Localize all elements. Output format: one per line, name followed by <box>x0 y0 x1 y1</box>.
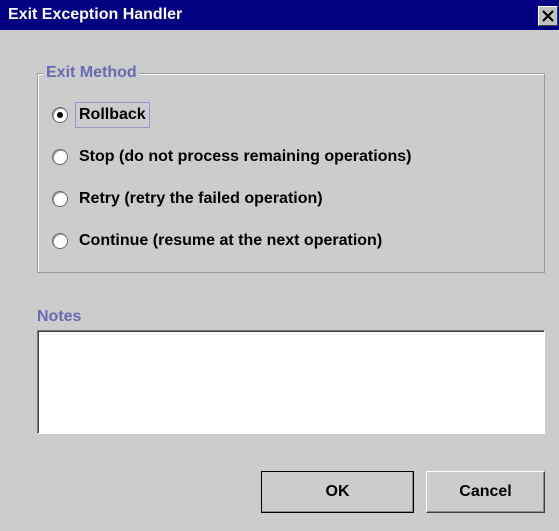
radio-stop[interactable]: Stop (do not process remaining operation… <box>52 143 414 171</box>
notes-label: Notes <box>37 308 82 325</box>
close-icon <box>542 10 554 22</box>
exit-exception-handler-dialog: Exit Exception Handler Exit Method Rollb… <box>0 0 559 531</box>
radio-button-icon[interactable] <box>52 107 68 123</box>
close-button[interactable] <box>538 6 558 26</box>
radio-button-icon[interactable] <box>52 191 68 207</box>
cancel-button[interactable]: Cancel <box>426 471 545 513</box>
radio-button-icon[interactable] <box>52 233 68 249</box>
title-bar[interactable]: Exit Exception Handler <box>0 0 559 30</box>
radio-button-icon[interactable] <box>52 149 68 165</box>
notes-textarea[interactable] <box>37 330 545 434</box>
radio-retry[interactable]: Retry (retry the failed operation) <box>52 185 326 213</box>
window-title: Exit Exception Handler <box>8 6 183 23</box>
radio-rollback[interactable]: Rollback <box>52 101 150 129</box>
radio-rollback-label: Rollback <box>75 102 150 128</box>
ok-button[interactable]: OK <box>261 471 414 513</box>
radio-retry-label: Retry (retry the failed operation) <box>79 190 323 207</box>
radio-continue-label: Continue (resume at the next operation) <box>79 232 383 249</box>
radio-continue[interactable]: Continue (resume at the next operation) <box>52 227 385 255</box>
radio-stop-label: Stop (do not process remaining operation… <box>79 148 412 165</box>
exit-method-legend: Exit Method <box>43 63 140 83</box>
